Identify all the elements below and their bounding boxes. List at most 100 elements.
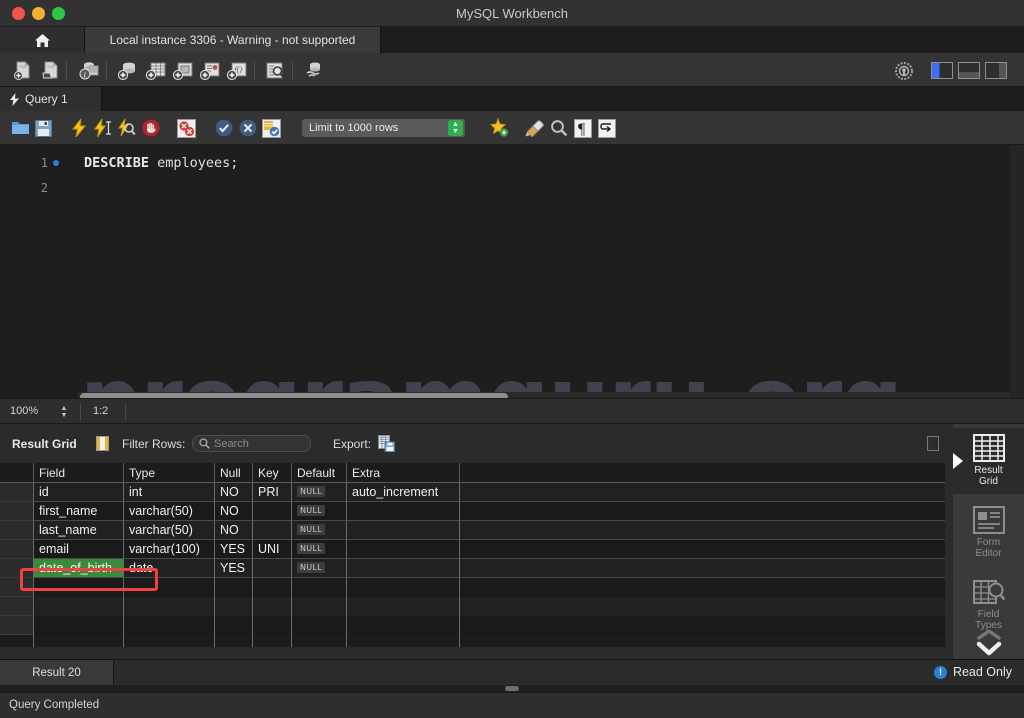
limit-rows-select[interactable]: Limit to 1000 rows ▲ ▼: [302, 119, 465, 137]
new-function-icon[interactable]: f(): [226, 60, 248, 81]
cell-null[interactable]: NO: [214, 502, 252, 521]
toggle-invisible-chars-icon[interactable]: ¶: [573, 118, 593, 138]
column-header-default[interactable]: Default: [291, 463, 346, 483]
open-sql-file-icon[interactable]: SQL: [40, 60, 62, 81]
table-row[interactable]: first_name varchar(50) NO NULL: [0, 502, 945, 521]
cell-field[interactable]: first_name: [33, 502, 123, 521]
cell-null[interactable]: NO: [214, 483, 252, 502]
cell-key[interactable]: PRI: [252, 483, 291, 502]
table-row[interactable]: email varchar(100) YES UNI NULL: [0, 540, 945, 559]
export-file-icon[interactable]: [378, 435, 395, 457]
beautify-query-icon[interactable]: [489, 118, 509, 138]
limit-rows-stepper[interactable]: ▲ ▼: [448, 120, 463, 136]
sidebar-right-toggle-icon[interactable]: [984, 60, 1008, 81]
result-grid[interactable]: Field Type Null Key Default Extra id int…: [0, 463, 945, 647]
commit-transaction-icon[interactable]: [214, 118, 234, 138]
cell-key[interactable]: [252, 559, 291, 578]
row-header[interactable]: [0, 540, 33, 559]
cell-null[interactable]: NO: [214, 521, 252, 540]
tab-local-instance[interactable]: Local instance 3306 - Warning - not supp…: [85, 27, 381, 53]
sql-editor[interactable]: 1 DESCRIBE employees; 2: [0, 145, 1010, 398]
column-header-type[interactable]: Type: [123, 463, 214, 483]
cell-default[interactable]: NULL: [291, 502, 346, 521]
column-header-field[interactable]: Field: [33, 463, 123, 483]
cell-extra[interactable]: auto_increment: [346, 483, 459, 502]
filter-rows-search-input[interactable]: Search: [192, 435, 311, 452]
cell-type[interactable]: date: [123, 559, 214, 578]
cell-extra[interactable]: [346, 559, 459, 578]
reconnect-server-icon[interactable]: [303, 60, 325, 81]
cell-field[interactable]: email: [33, 540, 123, 559]
cell-default[interactable]: NULL: [291, 559, 346, 578]
find-icon[interactable]: [549, 118, 569, 138]
cell-key[interactable]: UNI: [252, 540, 291, 559]
toggle-autocommit-icon[interactable]: [261, 118, 281, 138]
side-panel-item-result-grid[interactable]: Result Grid: [953, 428, 1024, 494]
null-badge: NULL: [297, 486, 325, 497]
cell-null[interactable]: YES: [214, 540, 252, 559]
cell-key[interactable]: [252, 502, 291, 521]
table-row-empty[interactable]: [0, 616, 945, 635]
table-row[interactable]: last_name varchar(50) NO NULL: [0, 521, 945, 540]
save-script-icon[interactable]: [33, 118, 53, 138]
search-data-icon[interactable]: [264, 60, 286, 81]
clear-query-icon[interactable]: [525, 118, 545, 138]
cell-extra[interactable]: [346, 502, 459, 521]
new-sql-file-icon[interactable]: SQL: [12, 60, 34, 81]
cell-extra[interactable]: [346, 521, 459, 540]
stop-on-error-toggle-icon[interactable]: [176, 118, 196, 138]
row-header[interactable]: [0, 483, 33, 502]
execute-statement-icon[interactable]: [69, 118, 89, 138]
cell-default[interactable]: NULL: [291, 521, 346, 540]
cell-type[interactable]: varchar(50): [123, 502, 214, 521]
stop-execution-icon[interactable]: [141, 118, 161, 138]
cell-field[interactable]: last_name: [33, 521, 123, 540]
cell-null[interactable]: YES: [214, 559, 252, 578]
result-horizontal-scrollbar-thumb[interactable]: [505, 686, 519, 691]
explain-query-icon[interactable]: [117, 118, 137, 138]
column-header-key[interactable]: Key: [252, 463, 291, 483]
tab-result-20[interactable]: Result 20: [0, 660, 114, 686]
new-procedure-icon[interactable]: [199, 60, 221, 81]
side-panel-item-form-editor[interactable]: Form Editor: [953, 500, 1024, 566]
table-row[interactable]: date_of_birth date YES NULL: [0, 559, 945, 578]
output-panel-toggle-icon[interactable]: [957, 60, 981, 81]
cell-field-selected[interactable]: date_of_birth: [33, 559, 123, 578]
new-view-icon[interactable]: [172, 60, 194, 81]
tab-home[interactable]: [0, 27, 85, 53]
editor-vertical-scrollbar[interactable]: [1010, 145, 1024, 398]
open-script-icon[interactable]: [10, 118, 30, 138]
table-row-empty[interactable]: [0, 597, 945, 616]
cell-type[interactable]: varchar(100): [123, 540, 214, 559]
row-header[interactable]: [0, 578, 33, 597]
row-header[interactable]: [0, 616, 33, 635]
row-header[interactable]: [0, 597, 33, 616]
cell-field[interactable]: id: [33, 483, 123, 502]
row-header[interactable]: [0, 559, 33, 578]
rollback-transaction-icon[interactable]: [238, 118, 258, 138]
column-header-extra[interactable]: Extra: [346, 463, 459, 483]
table-row[interactable]: id int NO PRI NULL auto_increment: [0, 483, 945, 502]
row-header[interactable]: [0, 521, 33, 540]
new-table-icon[interactable]: [145, 60, 167, 81]
editor-zoom-stepper[interactable]: ▲ ▼: [58, 404, 70, 419]
sidebar-left-toggle-icon[interactable]: [930, 60, 954, 81]
server-info-icon[interactable]: i: [78, 60, 100, 81]
row-header[interactable]: [0, 502, 33, 521]
settings-gear-icon[interactable]: [893, 60, 915, 81]
cell-key[interactable]: [252, 521, 291, 540]
cell-type[interactable]: varchar(50): [123, 521, 214, 540]
table-row-empty[interactable]: [0, 578, 945, 597]
side-panel-scroll-down-button[interactable]: [953, 627, 1024, 659]
toggle-word-wrap-icon[interactable]: [597, 118, 617, 138]
cell-default[interactable]: NULL: [291, 483, 346, 502]
execute-current-statement-icon[interactable]: [93, 118, 113, 138]
new-schema-icon[interactable]: [117, 60, 139, 81]
wrap-cell-content-icon[interactable]: [927, 436, 939, 456]
cell-extra[interactable]: [346, 540, 459, 559]
grid-columns-icon[interactable]: [96, 436, 109, 456]
cell-default[interactable]: NULL: [291, 540, 346, 559]
column-header-null[interactable]: Null: [214, 463, 252, 483]
tab-query-1[interactable]: Query 1: [0, 87, 102, 111]
cell-type[interactable]: int: [123, 483, 214, 502]
